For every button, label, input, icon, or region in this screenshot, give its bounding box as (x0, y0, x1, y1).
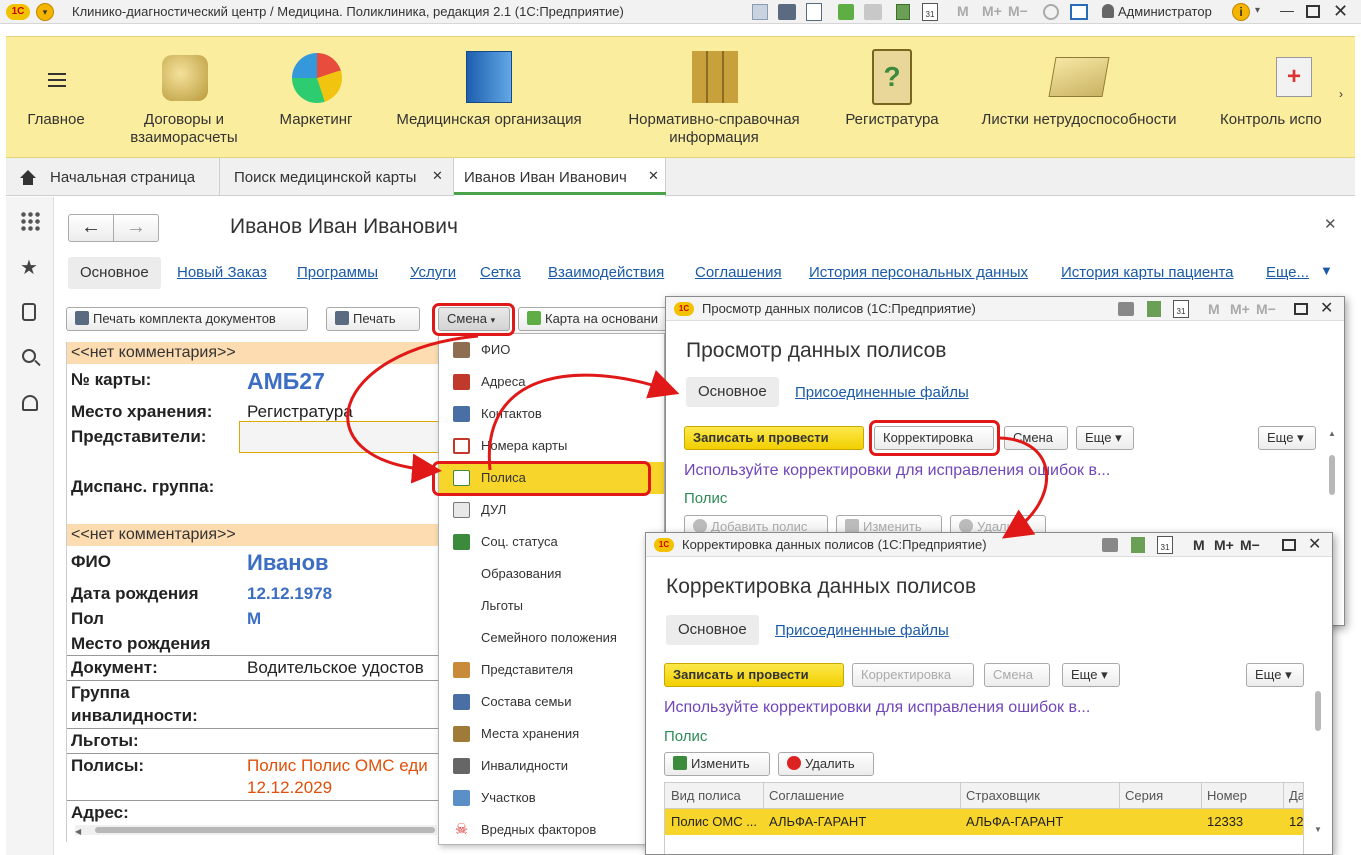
arrow-change-to-policies (346, 334, 479, 484)
annotation-arrows (346, 334, 1048, 539)
arrow-correction-to-window (999, 436, 1048, 539)
arrow-policies-to-view (487, 369, 680, 471)
